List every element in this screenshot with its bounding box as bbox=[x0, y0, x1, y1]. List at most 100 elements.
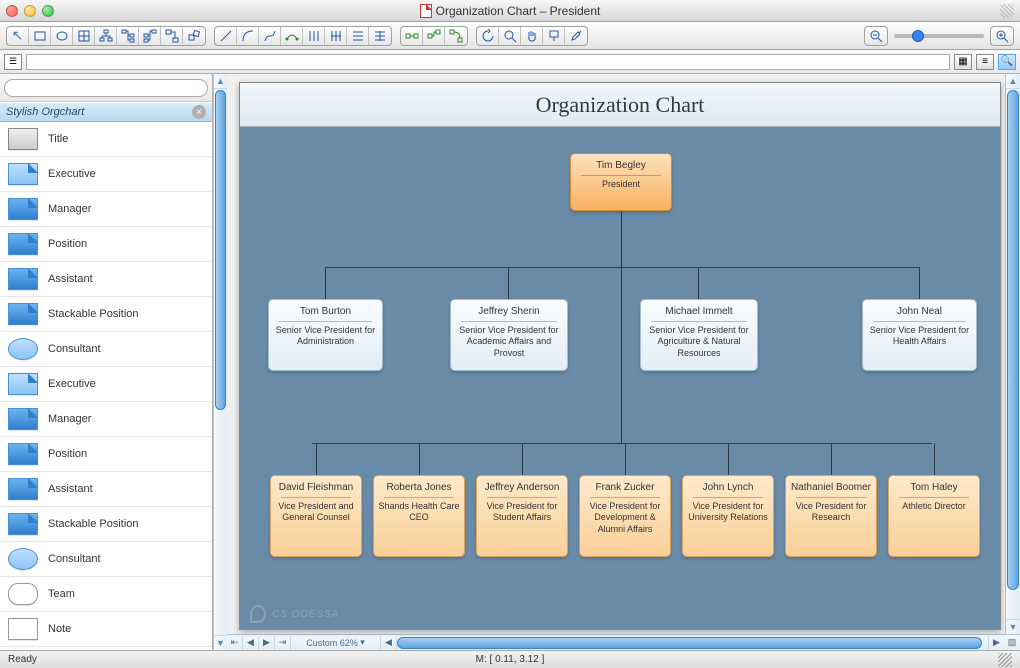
tree1-tool-button[interactable] bbox=[95, 27, 117, 45]
apply-button[interactable] bbox=[543, 27, 565, 45]
scroll-up-icon[interactable]: ▲ bbox=[1006, 74, 1020, 89]
swap-tool-button[interactable] bbox=[161, 27, 183, 45]
close-icon[interactable] bbox=[6, 5, 18, 17]
scroll-down-icon[interactable]: ▼ bbox=[1006, 619, 1020, 634]
node-name: Nathaniel Boomer bbox=[790, 482, 872, 493]
shape-item-label: Stackable Position bbox=[48, 308, 139, 320]
shape-item[interactable]: Executive bbox=[0, 367, 212, 402]
node-name: Tim Begley bbox=[575, 160, 667, 171]
shape-swatch-icon bbox=[8, 233, 38, 255]
connector4-button[interactable] bbox=[369, 27, 391, 45]
org-node-level2[interactable]: Michael ImmeltSenior Vice President for … bbox=[640, 299, 758, 371]
shape-item[interactable]: Manager bbox=[0, 402, 212, 437]
shape-item[interactable]: Team bbox=[0, 577, 212, 612]
zoom-in-button[interactable] bbox=[991, 27, 1013, 45]
scroll-up-icon[interactable]: ▲ bbox=[214, 74, 227, 89]
shape-item-label: Executive bbox=[48, 378, 96, 390]
zoom-track[interactable] bbox=[894, 34, 984, 38]
shape-item[interactable]: Stackable Position bbox=[0, 297, 212, 332]
zoom-icon[interactable] bbox=[42, 5, 54, 17]
h-scroll-track[interactable] bbox=[397, 636, 988, 650]
org-node-level3[interactable]: Tom HaleyAthletic Director bbox=[888, 475, 980, 557]
page-prev-icon[interactable]: ◀ bbox=[243, 636, 259, 650]
h-scroll-thumb[interactable] bbox=[397, 637, 982, 649]
side-connector-1-button[interactable] bbox=[401, 27, 423, 45]
node-role: President bbox=[575, 179, 667, 190]
mouse-coords: M: [ 0.11, 3.12 ] bbox=[476, 654, 545, 665]
node-role: Senior Vice President for Administration bbox=[273, 325, 378, 348]
org-node-level3[interactable]: Nathaniel BoomerVice President for Resea… bbox=[785, 475, 877, 557]
curve-tool-button[interactable] bbox=[259, 27, 281, 45]
tree2-tool-button[interactable] bbox=[117, 27, 139, 45]
canvas-scrollbar-v[interactable]: ▲ ▼ bbox=[1005, 74, 1020, 634]
connector3-button[interactable] bbox=[347, 27, 369, 45]
arc-tool-button[interactable] bbox=[237, 27, 259, 45]
zoom-out-button[interactable] bbox=[865, 27, 887, 45]
org-node-level2[interactable]: John NealSenior Vice President for Healt… bbox=[862, 299, 977, 371]
org-node-root[interactable]: Tim Begley President bbox=[570, 153, 672, 211]
status-text: Ready bbox=[8, 654, 37, 665]
shape-item-label: Executive bbox=[48, 168, 96, 180]
minimize-icon[interactable] bbox=[24, 5, 36, 17]
zoom-level-dropdown[interactable]: Custom 62% ▾ bbox=[291, 636, 381, 650]
org-node-level3[interactable]: Jeffrey AndersonVice President for Stude… bbox=[476, 475, 568, 557]
shape-item[interactable]: Executive bbox=[0, 157, 212, 192]
shape-item[interactable]: Position bbox=[0, 437, 212, 472]
ellipse-tool-button[interactable] bbox=[51, 27, 73, 45]
shape-item[interactable]: Title bbox=[0, 122, 212, 157]
page-first-icon[interactable]: ⇤ bbox=[227, 636, 243, 650]
org-node-level2[interactable]: Tom BurtonSenior Vice President for Admi… bbox=[268, 299, 383, 371]
connector1-button[interactable] bbox=[303, 27, 325, 45]
sidebar-scrollbar[interactable]: ▲ ▼ bbox=[213, 74, 227, 650]
shape-item[interactable]: Stackable Position bbox=[0, 507, 212, 542]
scroll-right-icon[interactable]: ▶ bbox=[988, 636, 1004, 650]
refresh-button[interactable] bbox=[477, 27, 499, 45]
line-tool-button[interactable] bbox=[215, 27, 237, 45]
shape-item[interactable]: Consultant bbox=[0, 332, 212, 367]
org-node-level3[interactable]: David FleishmanVice President and Genera… bbox=[270, 475, 362, 557]
zoom-thumb[interactable] bbox=[912, 30, 924, 42]
shape-item[interactable]: Position bbox=[0, 227, 212, 262]
outline-input[interactable] bbox=[26, 54, 950, 70]
category-header[interactable]: Stylish Orgchart × bbox=[0, 102, 212, 122]
org-node-level3[interactable]: John LynchVice President for University … bbox=[682, 475, 774, 557]
eyedropper-button[interactable] bbox=[565, 27, 587, 45]
org-node-level3[interactable]: Roberta JonesShands Health Care CEO bbox=[373, 475, 465, 557]
canvas-scrollbar-h[interactable]: ⇤ ◀ ▶ ⇥ Custom 62% ▾ ◀ ▶ ▨ bbox=[227, 634, 1020, 650]
page-last-icon[interactable]: ⇥ bbox=[275, 636, 291, 650]
diagram-page[interactable]: Organization Chart Tim Begley President bbox=[239, 82, 1001, 630]
shape-item[interactable]: Consultant bbox=[0, 542, 212, 577]
shape-item[interactable]: Manager bbox=[0, 192, 212, 227]
list-view-icon[interactable]: ≡ bbox=[976, 54, 994, 70]
sidebar-search-input[interactable] bbox=[4, 79, 208, 97]
canvas-scroll-thumb-v[interactable] bbox=[1007, 90, 1019, 590]
pointer-tool-button[interactable]: ↖ bbox=[7, 27, 29, 45]
table-tool-button[interactable] bbox=[73, 27, 95, 45]
canvas-area[interactable]: Organization Chart Tim Begley President bbox=[227, 74, 1005, 634]
side-connector-3-button[interactable] bbox=[445, 27, 467, 45]
scroll-left-icon[interactable]: ◀ bbox=[381, 636, 397, 650]
page-next-icon[interactable]: ▶ bbox=[259, 636, 275, 650]
grid-view-icon[interactable]: ▦ bbox=[954, 54, 972, 70]
resize-grip-icon[interactable] bbox=[998, 653, 1012, 667]
rect-tool-button[interactable] bbox=[29, 27, 51, 45]
spline-tool-button[interactable] bbox=[281, 27, 303, 45]
zoom-button[interactable] bbox=[499, 27, 521, 45]
connector2-button[interactable] bbox=[325, 27, 347, 45]
tree-view-button[interactable]: ☰ bbox=[4, 54, 22, 70]
shape-item[interactable]: Assistant bbox=[0, 472, 212, 507]
tree3-tool-button[interactable] bbox=[139, 27, 161, 45]
shape-item[interactable]: Assistant bbox=[0, 262, 212, 297]
connector-line bbox=[522, 443, 523, 475]
scroll-down-icon[interactable]: ▼ bbox=[214, 635, 227, 650]
org-node-level3[interactable]: Frank ZuckerVice President for Developme… bbox=[579, 475, 671, 557]
hand-button[interactable] bbox=[521, 27, 543, 45]
category-close-icon[interactable]: × bbox=[192, 105, 206, 119]
connector-line bbox=[312, 443, 932, 444]
sidebar-scroll-thumb[interactable] bbox=[215, 90, 226, 410]
side-connector-2-button[interactable] bbox=[423, 27, 445, 45]
search-toggle-button[interactable]: 🔍 bbox=[998, 54, 1016, 70]
rotate-tool-button[interactable] bbox=[183, 27, 205, 45]
org-node-level2[interactable]: Jeffrey SherinSenior Vice President for … bbox=[450, 299, 568, 371]
shape-item[interactable]: Note bbox=[0, 612, 212, 647]
